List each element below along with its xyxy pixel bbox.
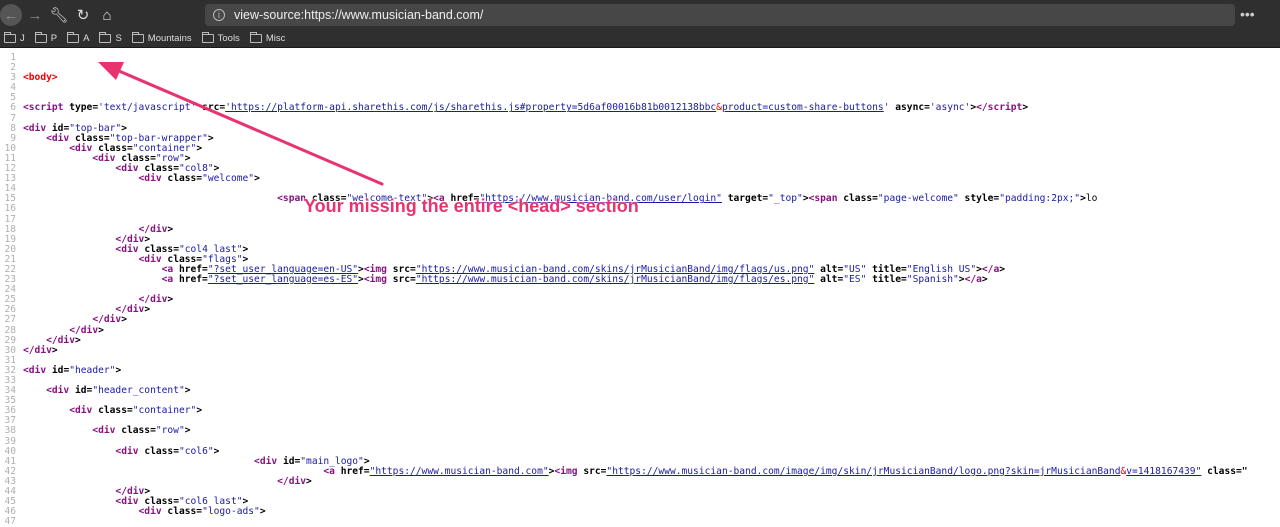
annotation-text: Your missing the entire <head> section: [304, 196, 639, 216]
annotation-arrow: [98, 62, 384, 186]
